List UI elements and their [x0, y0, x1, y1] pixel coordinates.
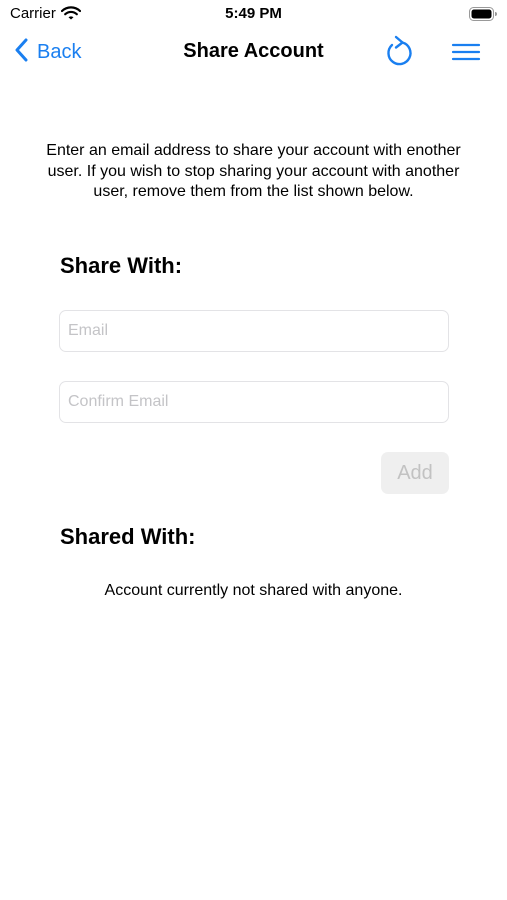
share-instructions: Enter an email address to share your acc… — [46, 142, 461, 200]
shared-with-heading: Shared With: — [60, 524, 196, 549]
status-time: 5:49 PM — [225, 5, 282, 22]
refresh-button[interactable] — [383, 35, 415, 69]
battery-icon — [469, 7, 497, 26]
add-button[interactable]: Add — [381, 452, 449, 494]
shared-with-empty-message: Account currently not shared with anyone… — [104, 582, 403, 599]
page-title: Share Account — [183, 40, 324, 62]
navigation-bar: Back Share Account — [0, 28, 507, 78]
status-bar: Carrier 5:49 PM — [0, 0, 507, 28]
hamburger-menu-icon — [451, 43, 481, 67]
email-input[interactable] — [59, 310, 449, 352]
share-account-screen: Carrier 5:49 PM Back Share Account Enter… — [0, 0, 507, 900]
share-with-heading: Share With: — [60, 253, 183, 278]
confirm-email-input[interactable] — [59, 381, 449, 423]
refresh-icon — [383, 35, 415, 73]
menu-button[interactable] — [451, 41, 481, 63]
